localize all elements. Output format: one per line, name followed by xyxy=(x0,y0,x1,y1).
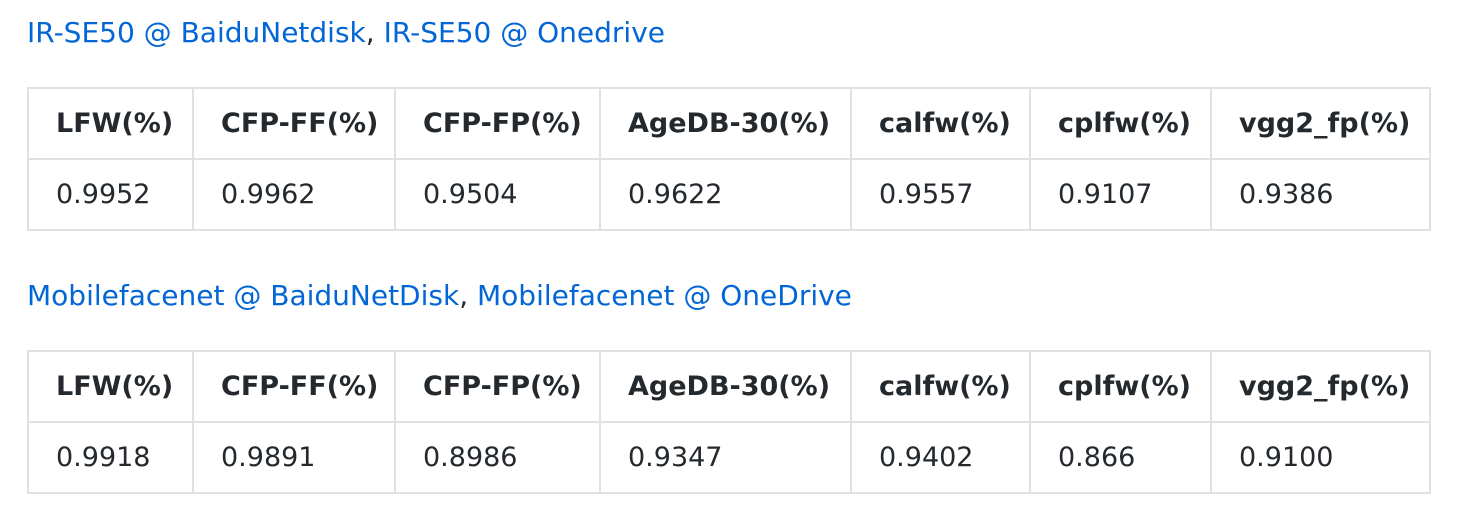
cell-cplfw: 0.9107 xyxy=(1029,158,1212,231)
table-header-row: LFW(%) CFP-FF(%) CFP-FP(%) AgeDB-30(%) c… xyxy=(27,87,1431,160)
onedrive-link[interactable]: Mobilefacenet @ OneDrive xyxy=(477,279,852,312)
cell-cplfw: 0.866 xyxy=(1029,421,1212,494)
cell-cfp-fp: 0.8986 xyxy=(394,421,601,494)
onedrive-link[interactable]: IR-SE50 @ Onedrive xyxy=(384,16,665,49)
cell-cfp-ff: 0.9962 xyxy=(192,158,396,231)
download-links: Mobilefacenet @ BaiduNetDisk, Mobileface… xyxy=(27,279,852,313)
column-header-cfp-fp: CFP-FP(%) xyxy=(394,87,601,160)
cell-calfw: 0.9557 xyxy=(850,158,1031,231)
table-row: 0.9952 0.9962 0.9504 0.9622 0.9557 0.910… xyxy=(27,158,1431,231)
baidunetdisk-link[interactable]: IR-SE50 @ BaiduNetdisk xyxy=(27,16,366,49)
cell-vgg2-fp: 0.9386 xyxy=(1210,158,1431,231)
column-header-agedb-30: AgeDB-30(%) xyxy=(599,87,852,160)
column-header-lfw: LFW(%) xyxy=(27,350,194,423)
column-header-lfw: LFW(%) xyxy=(27,87,194,160)
cell-cfp-ff: 0.9891 xyxy=(192,421,396,494)
cell-agedb-30: 0.9622 xyxy=(599,158,852,231)
cell-vgg2-fp: 0.9100 xyxy=(1210,421,1431,494)
cell-agedb-30: 0.9347 xyxy=(599,421,852,494)
model-section-ir-se50: IR-SE50 @ BaiduNetdisk, IR-SE50 @ Onedri… xyxy=(27,16,665,50)
table-row: 0.9918 0.9891 0.8986 0.9347 0.9402 0.866… xyxy=(27,421,1431,494)
column-header-vgg2-fp: vgg2_fp(%) xyxy=(1210,87,1431,160)
results-table: LFW(%) CFP-FF(%) CFP-FP(%) AgeDB-30(%) c… xyxy=(27,350,1431,494)
column-header-cfp-ff: CFP-FF(%) xyxy=(192,87,396,160)
column-header-cfp-fp: CFP-FP(%) xyxy=(394,350,601,423)
cell-cfp-fp: 0.9504 xyxy=(394,158,601,231)
column-header-agedb-30: AgeDB-30(%) xyxy=(599,350,852,423)
column-header-cplfw: cplfw(%) xyxy=(1029,350,1212,423)
results-table: LFW(%) CFP-FF(%) CFP-FP(%) AgeDB-30(%) c… xyxy=(27,87,1431,231)
cell-lfw: 0.9918 xyxy=(27,421,194,494)
cell-calfw: 0.9402 xyxy=(850,421,1031,494)
link-separator: , xyxy=(365,16,384,49)
column-header-calfw: calfw(%) xyxy=(850,350,1031,423)
results-table-wrapper: LFW(%) CFP-FF(%) CFP-FP(%) AgeDB-30(%) c… xyxy=(27,350,1431,494)
download-links: IR-SE50 @ BaiduNetdisk, IR-SE50 @ Onedri… xyxy=(27,16,665,50)
column-header-vgg2-fp: vgg2_fp(%) xyxy=(1210,350,1431,423)
table-header-row: LFW(%) CFP-FF(%) CFP-FP(%) AgeDB-30(%) c… xyxy=(27,350,1431,423)
results-table-wrapper: LFW(%) CFP-FF(%) CFP-FP(%) AgeDB-30(%) c… xyxy=(27,87,1431,231)
baidunetdisk-link[interactable]: Mobilefacenet @ BaiduNetDisk xyxy=(27,279,459,312)
column-header-cfp-ff: CFP-FF(%) xyxy=(192,350,396,423)
column-header-cplfw: cplfw(%) xyxy=(1029,87,1212,160)
model-section-mobilefacenet: Mobilefacenet @ BaiduNetDisk, Mobileface… xyxy=(27,279,852,313)
cell-lfw: 0.9952 xyxy=(27,158,194,231)
link-separator: , xyxy=(459,279,478,312)
column-header-calfw: calfw(%) xyxy=(850,87,1031,160)
